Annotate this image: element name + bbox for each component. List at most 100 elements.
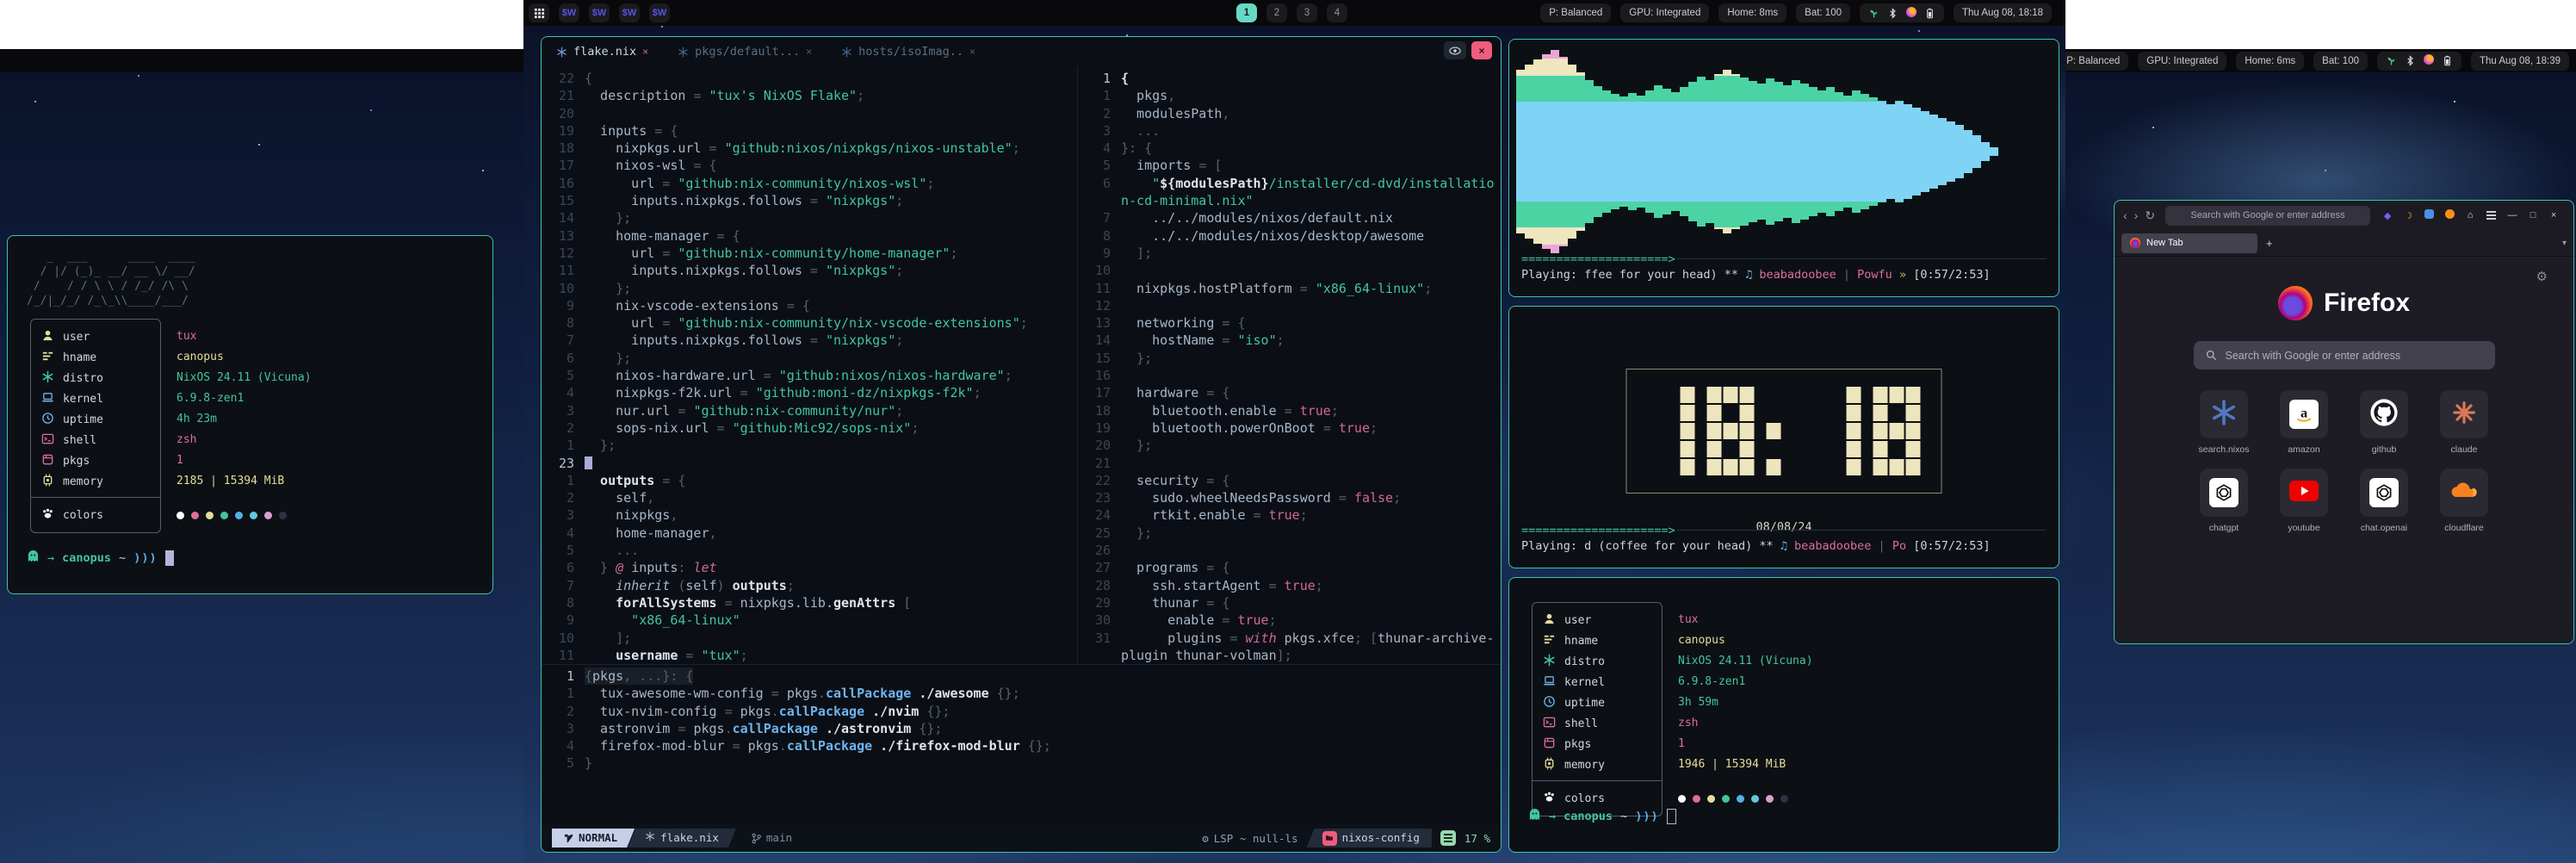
terminal-window-clock: 08/08/24 =====================> Playing:… [1508, 306, 2059, 568]
editor-tab[interactable]: flake.nix× [542, 37, 663, 66]
maximize-button[interactable]: □ [2526, 210, 2540, 220]
git-branch-icon [752, 833, 761, 844]
tag-button[interactable]: $W [649, 3, 670, 22]
extension-icon-bitwarden[interactable] [2422, 209, 2436, 221]
terminal-window-fetch: userhnamedistrokerneluptimeshellpkgsmemo… [1508, 577, 2059, 853]
workspace-4[interactable]: 4 [1327, 3, 1347, 22]
system-tray [1860, 3, 1944, 22]
extension-icon-fox[interactable] [2443, 209, 2456, 221]
firefox-hero: Firefox [2115, 257, 2573, 320]
nix-icon [645, 829, 655, 847]
ghost-icon [27, 549, 40, 566]
chip-icon [1543, 757, 1556, 773]
clock-icon [1543, 695, 1556, 711]
editor-tabbar: flake.nix×pkgs/default...×hosts/isoImag.… [542, 37, 1501, 66]
code-pane-default-nix[interactable]: 1{pkgs, ...}: {1 tux-awesome-wm-config =… [542, 664, 1501, 776]
close-icon[interactable]: × [969, 46, 975, 58]
workspace-1[interactable]: 1 [1236, 3, 1257, 22]
editor-tab[interactable]: hosts/isoImag..× [827, 37, 990, 66]
file-segment: flake.nix [628, 829, 736, 847]
toggle-view-button[interactable] [1444, 41, 1466, 59]
workspace-3[interactable]: 3 [1297, 3, 1317, 22]
desktop-screenshot-foreground: $W $W $W $W 1234 P: Balanced GPU: Integrated… [523, 0, 2065, 863]
grid-icon [534, 8, 545, 19]
gear-icon[interactable]: ⚙ [2536, 269, 2548, 284]
youtube-tile-icon [2288, 480, 2319, 506]
music-progress: =====================> [1521, 250, 2047, 268]
shortcut-tile-cloudflare[interactable]: cloudflare [2440, 469, 2488, 533]
amazon-tile-icon: a [2289, 400, 2319, 429]
workspace-switcher: 1234 [1236, 3, 1347, 22]
status-module: Home: 6ms [2236, 52, 2304, 71]
firefox-toolbar: ‹ › ↻ Search with Google or enter addres… [2115, 201, 2573, 230]
list-icon [1543, 633, 1556, 649]
user-icon [41, 329, 54, 345]
extension-icon-darkreader[interactable]: ☽ [2401, 210, 2415, 221]
close-icon[interactable]: × [806, 46, 812, 58]
audio-visualizer [1516, 50, 2052, 253]
menu-icon[interactable] [2486, 211, 2496, 220]
minimize-button[interactable]: — [2505, 210, 2519, 220]
laptop-icon [41, 391, 54, 407]
eye-icon [1449, 47, 1461, 55]
system-tray [2377, 52, 2461, 71]
shortcut-tile-chat.openai[interactable]: chat.openai [2360, 469, 2408, 533]
now-playing: Playing: ffee for your head) ** ♫ beabad… [1521, 268, 2047, 286]
shortcut-tile-search.nixos[interactable]: search.nixos [2199, 390, 2250, 455]
url-bar[interactable]: Search with Google or enter address [2165, 206, 2370, 226]
code-pane-iso[interactable]: 1{1 pkgs,2 modulesPath,3 ...4}: {5 impor… [1077, 66, 1501, 664]
user-icon [1543, 612, 1556, 629]
shortcut-tile-github[interactable]: github [2360, 390, 2408, 455]
terminal-cursor [165, 550, 174, 566]
workspace-2[interactable]: 2 [1266, 3, 1287, 22]
status-module: GPU: Integrated [2138, 52, 2226, 71]
gear-icon: ⚙ [1202, 832, 1209, 845]
status-module: P: Balanced [2058, 52, 2128, 71]
shortcut-tile-youtube[interactable]: youtube [2280, 469, 2328, 533]
search-input[interactable]: Search with Google or enter address [2194, 341, 2495, 369]
tab-list-dropdown-icon[interactable]: ▾ [2562, 239, 2567, 248]
firefox-window: ‹ › ↻ Search with Google or enter addres… [2114, 200, 2574, 644]
status-bar-main: $W $W $W $W 1234 P: Balanced GPU: Integrated… [523, 0, 2065, 26]
bluetooth-icon [2405, 55, 2416, 66]
terminal-cursor [1667, 809, 1676, 824]
shortcut-tile-amazon[interactable]: aamazon [2280, 390, 2328, 455]
project-segment: nixos-config [1307, 829, 1432, 847]
pkg-icon [41, 453, 54, 469]
editor-tab[interactable]: pkgs/default...× [663, 37, 827, 66]
neovim-window: flake.nix×pkgs/default...×hosts/isoImag.… [541, 36, 1502, 853]
shell-prompt[interactable]: →canopus~))) [1528, 808, 1676, 824]
vim-icon [564, 834, 573, 843]
close-button[interactable]: × [2547, 210, 2561, 220]
shortcut-tile-claude[interactable]: claude [2440, 390, 2488, 455]
close-buffer-button[interactable]: × [1471, 41, 1492, 59]
shell-prompt[interactable]: →canopus~))) [27, 549, 174, 566]
fetch-info: userhnamedistrokerneluptimeshellpkgsmemo… [30, 319, 161, 533]
openai-tile-icon [2369, 478, 2399, 507]
code-pane-flake[interactable]: 22{21 description = "tux's NixOS Flake";… [542, 66, 1077, 664]
tab-new-tab[interactable]: New Tab [2121, 233, 2257, 253]
status-module: GPU: Integrated [1620, 3, 1709, 22]
prompt-arrow: → [1549, 810, 1556, 823]
tag-button[interactable]: $W [619, 3, 640, 22]
tag-button[interactable]: $W [589, 3, 610, 22]
digital-clock [1626, 369, 1942, 494]
folder-icon [1322, 831, 1337, 846]
extension-icon-home[interactable]: ⌂ [2463, 210, 2477, 220]
nixos-ascii-art: _ ___ ____ ____ / |/ (_)_ __/ __ \/ __/ … [27, 250, 195, 308]
chip-icon [41, 474, 54, 490]
paw-icon [41, 507, 54, 524]
tag-button[interactable]: $W [559, 3, 579, 22]
firefox-icon [2130, 238, 2140, 248]
reload-icon[interactable]: ↻ [2145, 208, 2155, 223]
close-icon[interactable]: × [642, 46, 648, 58]
launcher-button[interactable] [529, 3, 549, 22]
forward-icon[interactable]: › [2134, 208, 2139, 222]
git-branch: main [740, 829, 804, 847]
back-icon[interactable]: ‹ [2123, 208, 2127, 222]
status-module: P: Balanced [1540, 3, 1611, 22]
clock-module: Thu Aug 08, 18:18 [1954, 3, 2052, 22]
shortcut-tile-chatgpt[interactable]: chatgpt [2200, 469, 2248, 533]
extension-icon-purple[interactable]: ◆ [2381, 210, 2394, 221]
new-tab-button[interactable]: + [2266, 237, 2273, 250]
